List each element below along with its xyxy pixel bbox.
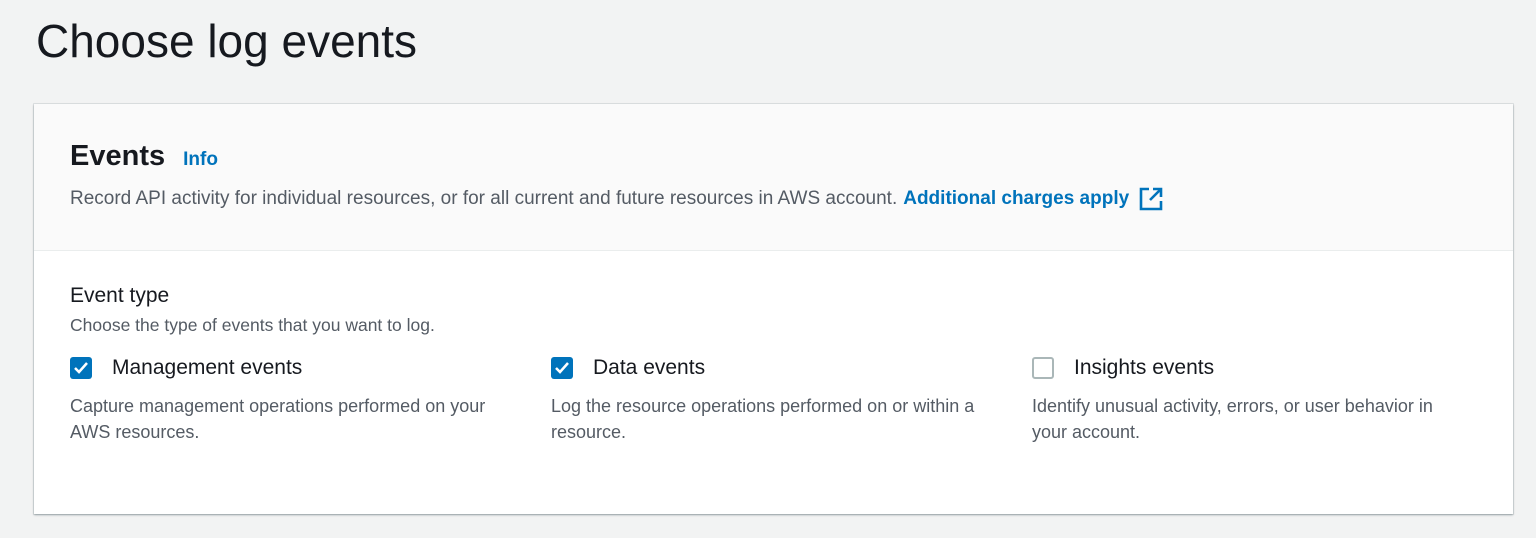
- check-icon: [74, 362, 88, 374]
- option-label[interactable]: Insights events: [1074, 356, 1214, 380]
- option-insights-events: Insights events Identify unusual activit…: [1032, 356, 1513, 445]
- event-type-label: Event type: [70, 284, 170, 307]
- check-icon: [555, 362, 569, 374]
- card-header: Events Info Record API activity for indi…: [34, 104, 1513, 251]
- events-card: Events Info Record API activity for indi…: [34, 104, 1513, 514]
- management-events-checkbox[interactable]: [70, 357, 92, 379]
- additional-charges-link[interactable]: Additional charges apply: [903, 188, 1129, 210]
- option-label[interactable]: Management events: [112, 356, 302, 380]
- info-link[interactable]: Info: [183, 149, 218, 171]
- insights-events-checkbox[interactable]: [1032, 357, 1054, 379]
- option-label[interactable]: Data events: [593, 356, 705, 380]
- card-title: Events: [70, 140, 166, 172]
- external-link-icon[interactable]: [1139, 187, 1163, 211]
- option-description: Capture management operations performed …: [70, 396, 486, 442]
- option-management-events: Management events Capture management ope…: [70, 356, 551, 445]
- page-title: Choose log events: [36, 15, 418, 67]
- option-data-events: Data events Log the resource operations …: [551, 356, 1032, 445]
- card-description: Record API activity for individual resou…: [70, 188, 898, 209]
- data-events-checkbox[interactable]: [551, 357, 573, 379]
- option-description: Identify unusual activity, errors, or us…: [1032, 396, 1433, 442]
- event-type-description: Choose the type of events that you want …: [70, 315, 435, 335]
- option-description: Log the resource operations performed on…: [551, 396, 975, 442]
